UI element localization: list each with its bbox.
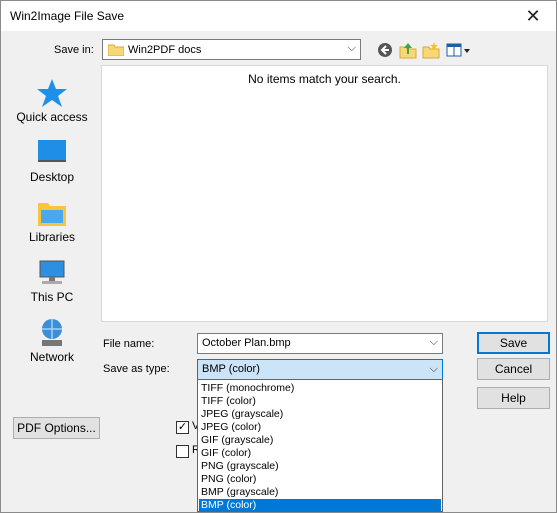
places-bar: Quick access Desktop Libraries This PC N… xyxy=(10,65,94,381)
file-type-option[interactable]: PNG (color) xyxy=(199,473,441,486)
new-folder-icon[interactable] xyxy=(422,41,440,59)
file-type-option[interactable]: JPEG (grayscale) xyxy=(199,408,441,421)
view-menu-icon[interactable] xyxy=(446,41,472,59)
network-icon xyxy=(42,319,62,346)
empty-message: No items match your search. xyxy=(248,72,401,86)
up-folder-icon[interactable] xyxy=(399,41,417,59)
place-desktop[interactable]: Desktop xyxy=(10,137,94,193)
place-libraries[interactable]: Libraries xyxy=(10,197,94,253)
save-in-combo[interactable]: Win2PDF docs ⌵ xyxy=(102,39,361,60)
help-button[interactable]: Help xyxy=(477,387,550,409)
file-save-dialog: Win2Image File Save ✕ Save in: Win2PDF d… xyxy=(0,0,557,513)
place-label: Network xyxy=(29,350,74,364)
save-in-label: Save in: xyxy=(54,44,94,56)
file-type-option[interactable]: GIF (grayscale) xyxy=(199,434,441,447)
folder-icon xyxy=(108,44,124,56)
chevron-down-icon: ⌵ xyxy=(429,336,438,348)
place-label: This PC xyxy=(30,290,74,304)
save-button[interactable]: Save xyxy=(477,332,550,354)
file-name-value: October Plan.bmp xyxy=(202,337,291,349)
file-type-option[interactable]: TIFF (monochrome) xyxy=(199,382,441,395)
chevron-down-icon: ⌵ xyxy=(429,363,438,375)
checkbox-1[interactable]: ✓ xyxy=(176,421,189,434)
chevron-down-icon: ⌵ xyxy=(347,42,356,54)
file-type-option-selected[interactable]: BMP (color) xyxy=(199,499,441,512)
file-type-option[interactable]: TIFF (color) xyxy=(199,395,441,408)
file-type-option[interactable]: PNG (grayscale) xyxy=(199,460,441,473)
checkbox-2[interactable] xyxy=(176,445,189,458)
save-type-label: Save as type: xyxy=(103,363,170,375)
close-button[interactable]: ✕ xyxy=(510,1,556,31)
file-list[interactable]: No items match your search. xyxy=(101,65,548,322)
file-type-option[interactable]: GIF (color) xyxy=(199,447,441,460)
file-type-dropdown[interactable]: TIFF (monochrome) TIFF (color) JPEG (gra… xyxy=(197,379,443,512)
place-this-pc[interactable]: This PC xyxy=(10,257,94,313)
cancel-button[interactable]: Cancel xyxy=(477,358,550,380)
file-type-option[interactable]: BMP (grayscale) xyxy=(199,486,441,499)
place-label: Desktop xyxy=(29,170,75,184)
save-type-select[interactable]: BMP (color) ⌵ xyxy=(197,359,443,380)
libraries-icon xyxy=(38,203,66,226)
place-label: Quick access xyxy=(16,110,88,124)
back-icon[interactable] xyxy=(376,41,394,59)
title-bar: Win2Image File Save ✕ xyxy=(1,1,556,31)
place-label: Libraries xyxy=(28,230,76,244)
window-title: Win2Image File Save xyxy=(10,9,125,23)
desktop-icon xyxy=(38,140,66,162)
file-name-input[interactable]: October Plan.bmp ⌵ xyxy=(197,333,443,354)
file-type-option[interactable]: JPEG (color) xyxy=(199,421,441,434)
pdf-options-button[interactable]: PDF Options... xyxy=(13,417,100,439)
place-quick-access[interactable]: Quick access xyxy=(10,77,94,133)
save-in-value: Win2PDF docs xyxy=(128,44,202,56)
star-icon xyxy=(37,79,67,107)
save-type-value: BMP (color) xyxy=(202,363,260,375)
computer-icon xyxy=(39,260,65,284)
file-name-label: File name: xyxy=(103,338,155,350)
place-network[interactable]: Network xyxy=(10,317,94,373)
